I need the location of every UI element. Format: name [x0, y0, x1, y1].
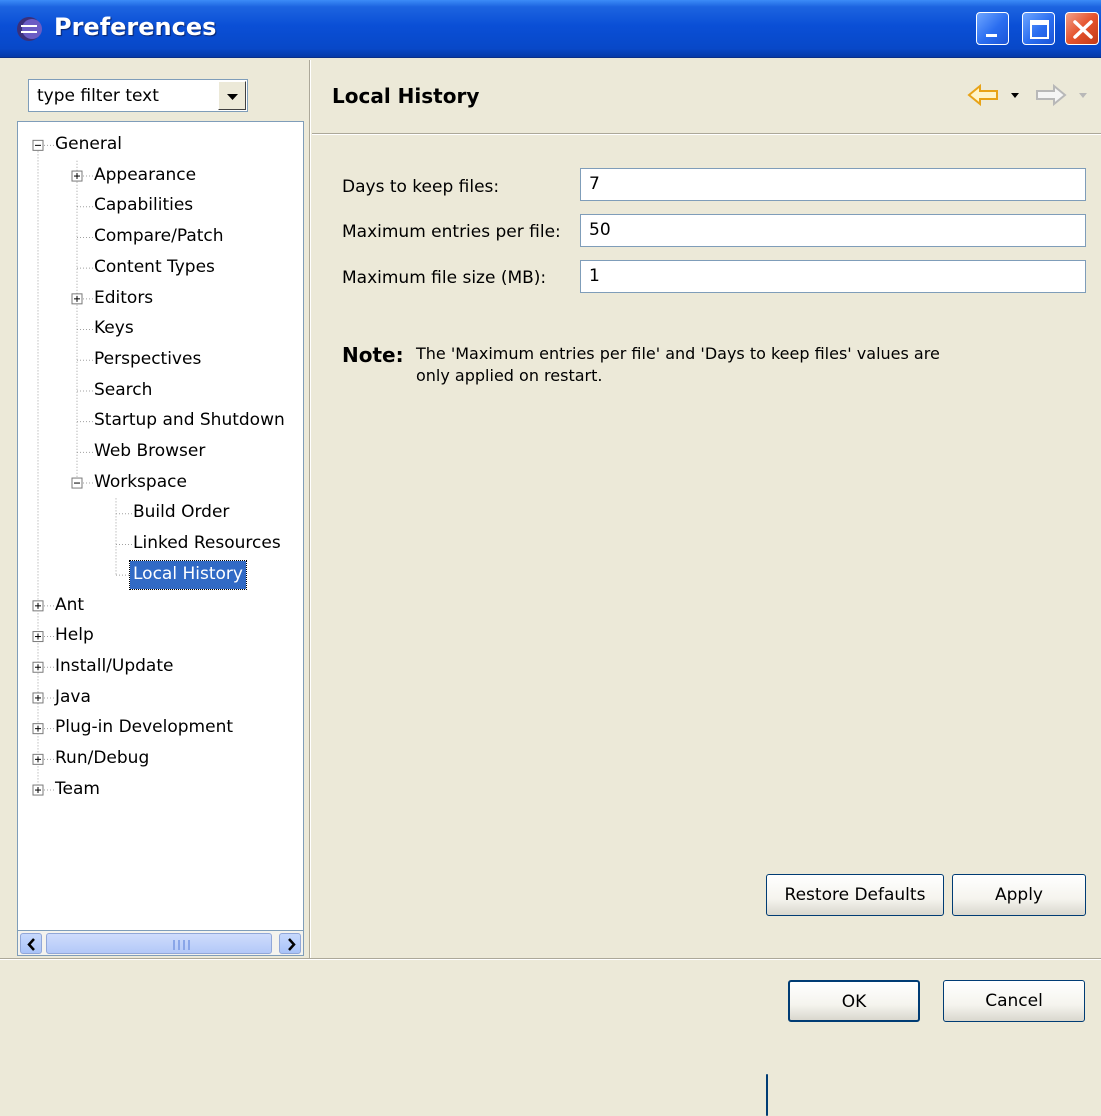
maximize-icon [1030, 20, 1049, 39]
panel-splitter[interactable] [309, 60, 311, 958]
header-separator [312, 133, 1101, 135]
ok-button[interactable]: OK [788, 980, 920, 1022]
days-to-keep-input[interactable]: 7 [580, 168, 1086, 201]
scroll-left-button[interactable] [20, 933, 42, 954]
expand-icon[interactable] [32, 784, 44, 796]
tree-item[interactable]: Editors [91, 285, 156, 313]
tree-item[interactable]: Run/Debug [52, 745, 152, 773]
tree-item[interactable]: Help [52, 622, 97, 650]
expand-icon[interactable] [32, 661, 44, 673]
minimize-icon [986, 34, 997, 37]
max-file-size-input[interactable]: 1 [580, 260, 1086, 293]
tree-item[interactable]: Appearance [91, 162, 199, 190]
note-label: Note: [342, 343, 404, 367]
collapse-icon[interactable] [71, 477, 83, 489]
tree-item[interactable]: Content Types [91, 254, 218, 282]
tree-item[interactable]: Local History [129, 559, 247, 590]
apply-button[interactable]: Apply [952, 874, 1086, 916]
eclipse-icon [17, 17, 42, 41]
dialog-button-bar [0, 961, 1101, 1017]
days-to-keep-label: Days to keep files: [342, 177, 500, 197]
expand-icon[interactable] [32, 692, 44, 704]
tree-item[interactable]: Ant [52, 592, 87, 620]
grip-icon [173, 940, 190, 950]
tree-item[interactable]: Startup and Shutdown [91, 407, 288, 435]
tree-horizontal-scrollbar[interactable] [17, 931, 304, 956]
bottom-separator [0, 958, 1101, 960]
forward-history-dropdown-icon[interactable] [1076, 80, 1090, 110]
minimize-button[interactable] [976, 12, 1009, 45]
maximize-button[interactable] [1022, 12, 1055, 45]
scroll-right-button[interactable] [279, 933, 301, 954]
tree-item[interactable]: Compare/Patch [91, 223, 227, 251]
tree-item[interactable]: Linked Resources [130, 530, 284, 558]
tree-item[interactable]: Capabilities [91, 192, 196, 220]
title-bar[interactable]: Preferences [0, 0, 1101, 58]
tree-item[interactable]: Install/Update [52, 653, 176, 681]
expand-icon[interactable] [32, 631, 44, 643]
max-entries-label: Maximum entries per file: [342, 222, 561, 242]
chevron-down-icon [227, 94, 238, 100]
filter-dropdown-button[interactable] [218, 81, 246, 110]
cancel-button[interactable]: Cancel [943, 980, 1085, 1022]
max-entries-input[interactable]: 50 [580, 214, 1086, 247]
close-icon [1073, 20, 1093, 39]
preferences-tree[interactable]: General Appearance Capabilities Compare/Pat… [17, 121, 304, 931]
tree-item[interactable]: Java [52, 684, 94, 712]
scroll-thumb[interactable] [46, 933, 272, 954]
tree-item[interactable]: Search [91, 377, 155, 405]
filter-combo[interactable]: type filter text [28, 79, 248, 112]
expand-icon[interactable] [71, 293, 83, 305]
chevron-left-icon [27, 938, 35, 951]
tree-item[interactable]: Workspace [91, 469, 190, 497]
collapse-icon[interactable] [32, 139, 44, 151]
tree-item[interactable]: Build Order [130, 499, 232, 527]
forward-arrow-icon[interactable] [1032, 80, 1068, 110]
back-history-dropdown-icon[interactable] [1008, 80, 1022, 110]
tree-item[interactable]: Web Browser [91, 438, 208, 466]
note-text: The 'Maximum entries per file' and 'Days… [416, 344, 940, 385]
tree-item[interactable]: Perspectives [91, 346, 204, 374]
preferences-window: Preferences type filter text General App… [0, 0, 1101, 1116]
expand-icon[interactable] [32, 600, 44, 612]
tree-item[interactable]: Keys [91, 315, 137, 343]
restore-defaults-button[interactable]: Restore Defaults [766, 874, 944, 916]
back-arrow-icon[interactable] [966, 80, 1002, 110]
tree-item[interactable]: Team [52, 776, 103, 804]
expand-icon[interactable] [32, 723, 44, 735]
page-title: Local History [332, 84, 480, 108]
expand-icon[interactable] [32, 753, 44, 765]
window-title: Preferences [54, 13, 217, 41]
max-file-size-label: Maximum file size (MB): [342, 268, 547, 288]
expand-icon[interactable] [71, 170, 83, 182]
chevron-right-icon [288, 938, 296, 951]
filter-input[interactable]: type filter text [37, 86, 159, 106]
close-button[interactable] [1065, 12, 1099, 45]
tree-item[interactable]: General [52, 131, 125, 159]
tree-item[interactable]: Plug-in Development [52, 714, 236, 742]
